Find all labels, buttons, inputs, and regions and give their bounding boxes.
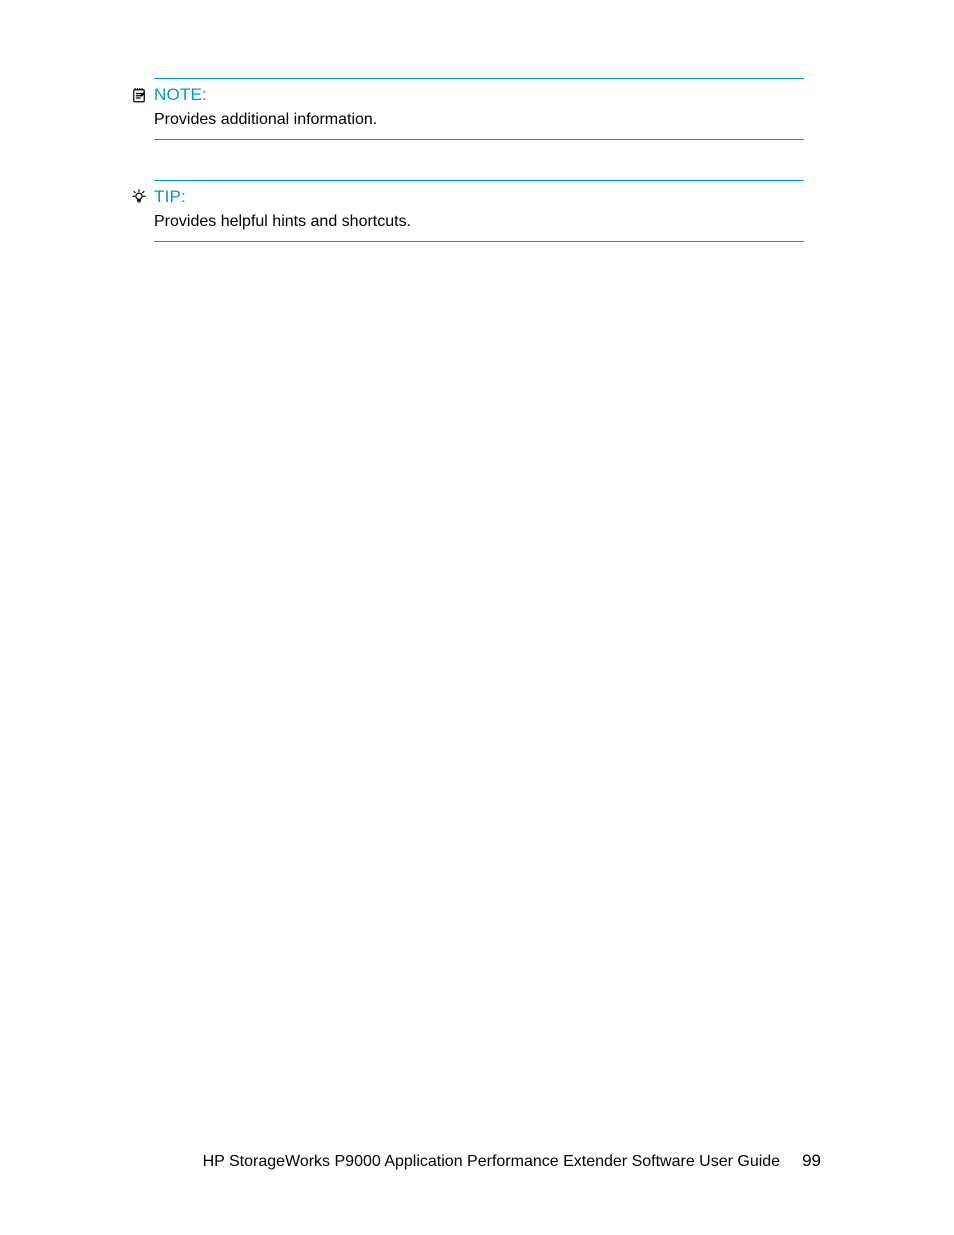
note-callout: NOTE: Provides additional information. [130,0,804,140]
tip-header: TIP: [130,187,804,207]
note-header: NOTE: [130,85,804,105]
tip-title: TIP: [154,187,186,207]
note-body: Provides additional information. [154,111,804,129]
footer-page-number: 99 [802,1151,821,1171]
tip-bottom-rule [154,241,804,242]
note-top-rule [154,78,804,79]
page-footer: HP StorageWorks P9000 Application Perfor… [203,1151,821,1171]
note-icon [130,86,148,104]
note-title: NOTE: [154,85,207,105]
document-page: NOTE: Provides additional information. T… [0,0,954,1235]
tip-body: Provides helpful hints and shortcuts. [154,213,804,231]
lightbulb-icon [130,188,148,206]
tip-top-rule [154,180,804,181]
footer-title: HP StorageWorks P9000 Application Perfor… [203,1153,780,1171]
tip-callout: TIP: Provides helpful hints and shortcut… [130,140,804,242]
